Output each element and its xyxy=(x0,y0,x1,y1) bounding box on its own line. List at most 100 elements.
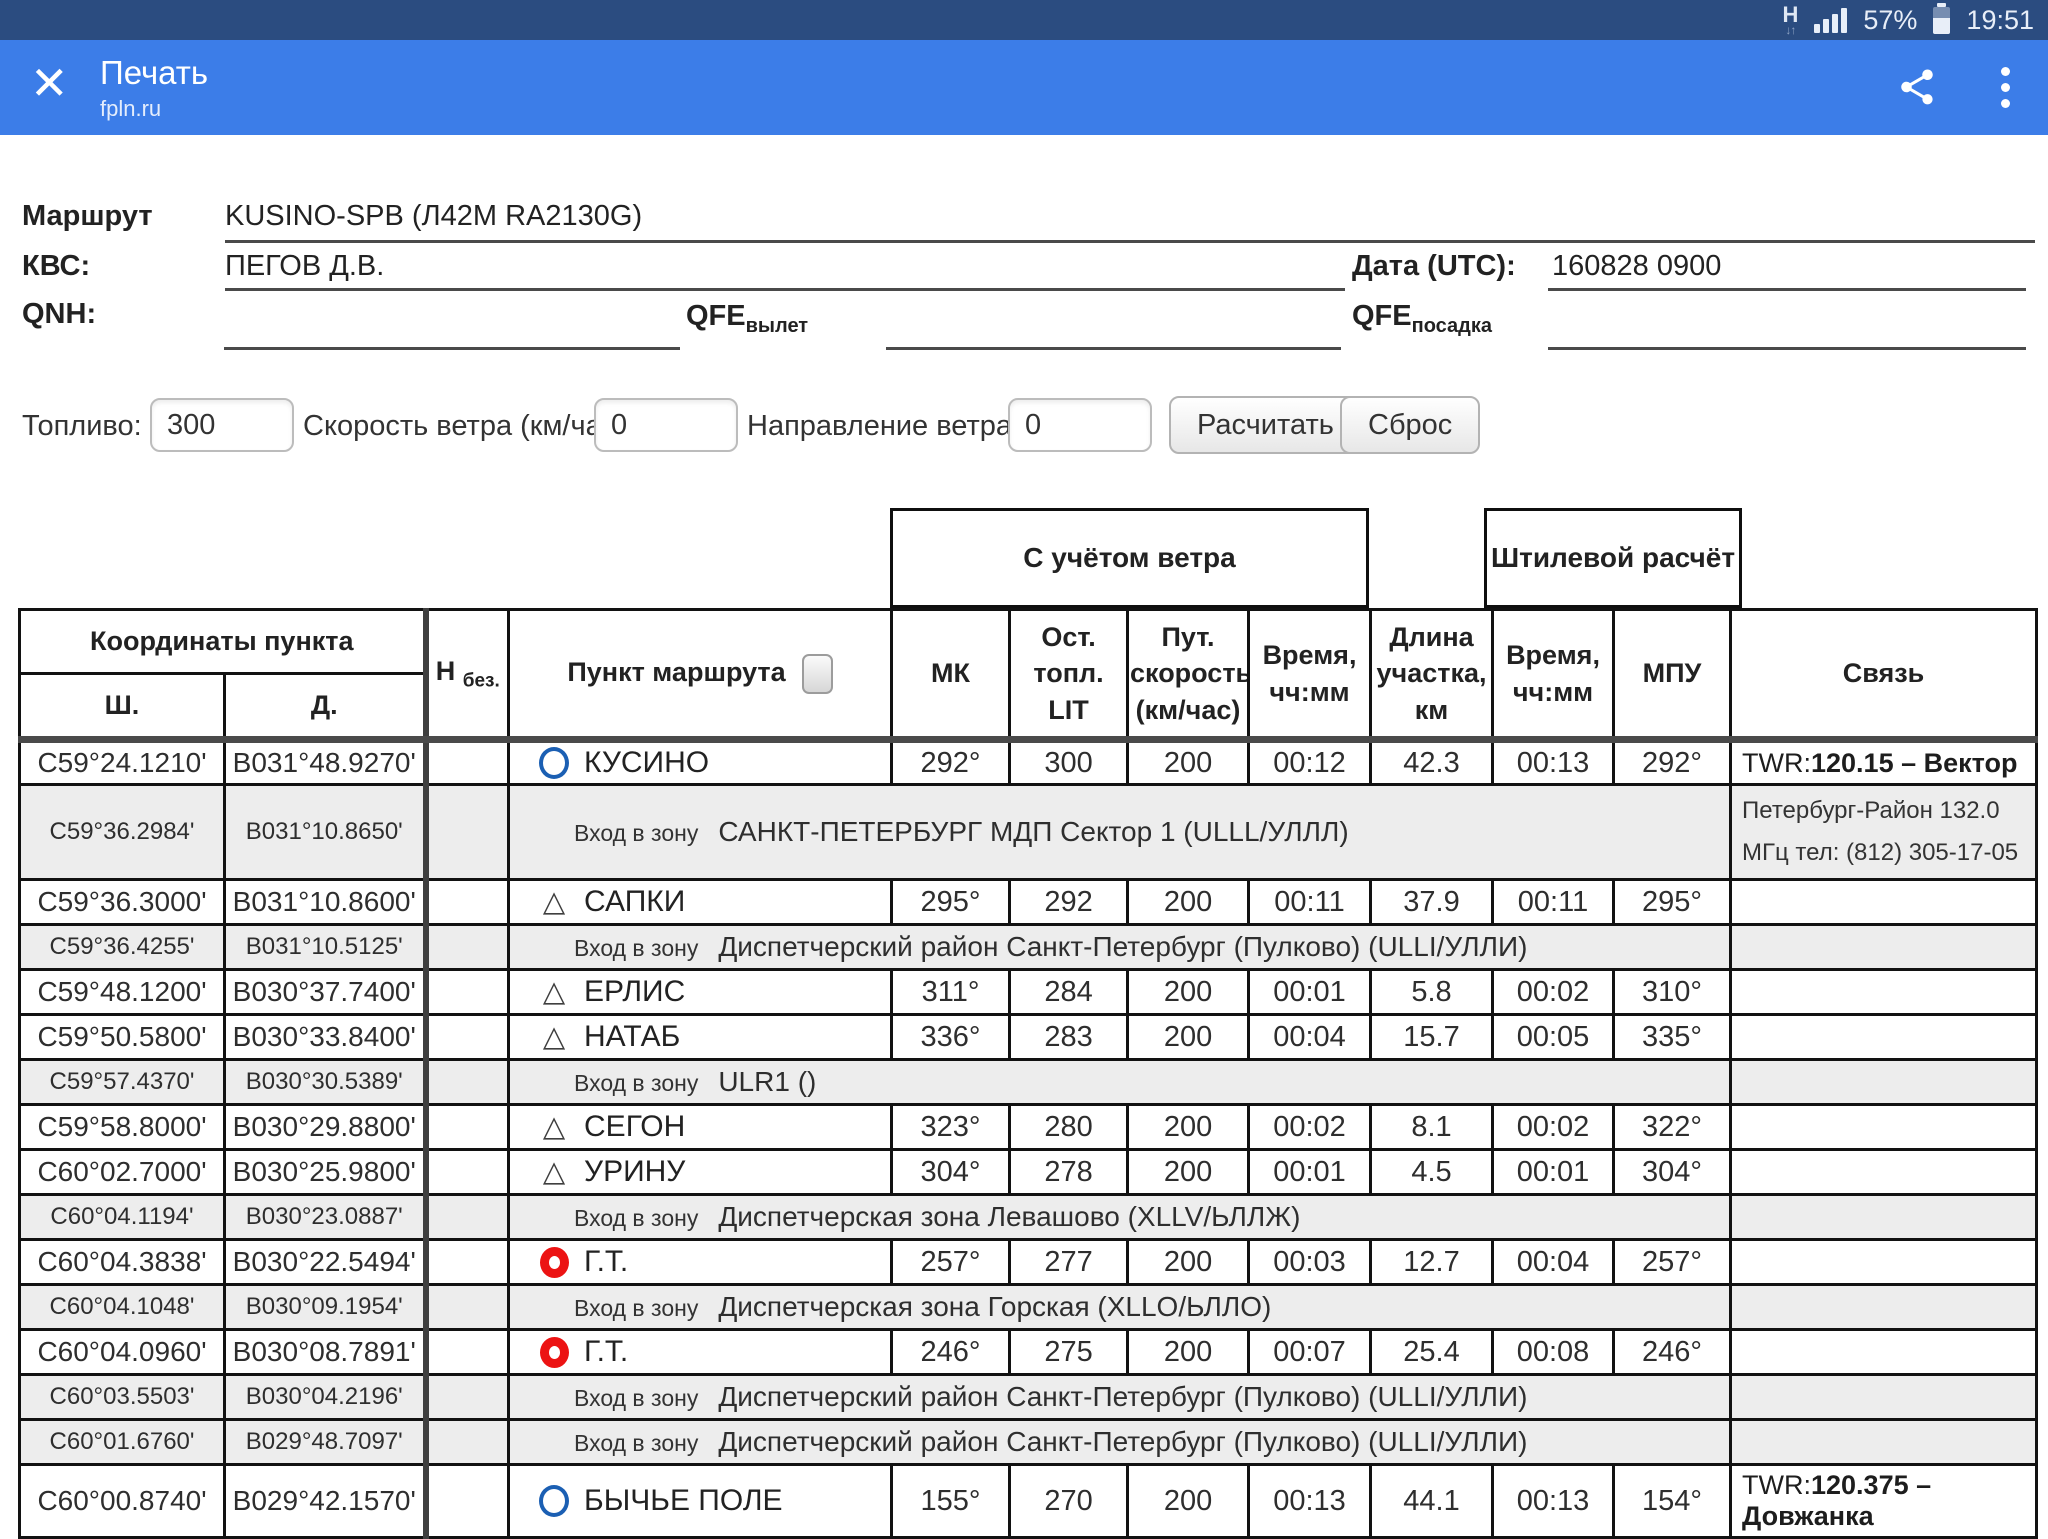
wind-speed-label: Скорость ветра (км/час): xyxy=(303,410,634,443)
waypoint-row: С59°48.1200'В030°37.7400'△ЕРЛИС311°28420… xyxy=(20,970,2037,1015)
header-fuel-remaining: Ост. топл. LIT xyxy=(1010,610,1128,740)
longitude-cell: В030°33.8400' xyxy=(225,1015,426,1060)
network-activity-arrows-icon: ↓↑ xyxy=(1785,24,1795,36)
route-value: KUSINO-SPB (Л42М RA2130G) xyxy=(225,200,642,233)
latitude-cell: С59°36.2984' xyxy=(20,785,225,880)
time-wind-cell: 00:07 xyxy=(1249,1330,1371,1375)
comm-cell xyxy=(1731,1060,2037,1105)
mk-cell: 246° xyxy=(892,1330,1010,1375)
battery-percent: 57% xyxy=(1863,5,1917,36)
qnh-label: QNH: xyxy=(22,298,96,331)
waypoint-name: УРИНУ xyxy=(584,1155,685,1189)
ground-speed-cell: 200 xyxy=(1128,1015,1249,1060)
header-h-bez: Н без. xyxy=(426,610,509,740)
mpu-cell: 257° xyxy=(1614,1240,1731,1285)
kvs-label: КВС: xyxy=(22,250,90,283)
latitude-cell: С59°48.1200' xyxy=(20,970,225,1015)
zone-entry-cell: Вход в зонуСАНКТ-ПЕТЕРБУРГ МДП Сектор 1 … xyxy=(509,785,1731,880)
mpu-cell: 292° xyxy=(1614,740,1731,785)
kvs-underline xyxy=(225,288,1345,291)
ground-speed-cell: 200 xyxy=(1128,1105,1249,1150)
latitude-cell: С60°00.8740' xyxy=(20,1465,225,1538)
overflow-menu-icon[interactable] xyxy=(1993,62,2017,112)
triangle-icon: △ xyxy=(530,978,578,1007)
waypoint-cell: △НАТАБ xyxy=(509,1015,892,1060)
mk-cell: 311° xyxy=(892,970,1010,1015)
reset-button[interactable]: Сброс xyxy=(1340,396,1480,454)
zone-name: Диспетчерский район Санкт-Петербург (Пул… xyxy=(718,1381,1527,1412)
zone-entry-label: Вход в зону xyxy=(574,1295,698,1321)
waypoint-row: С59°24.1210'В031°48.9270'КУСИНО292°30020… xyxy=(20,740,2037,785)
longitude-cell: В030°25.9800' xyxy=(225,1150,426,1195)
close-icon[interactable]: ✕ xyxy=(30,60,69,106)
waypoint-name: Г.Т. xyxy=(584,1245,628,1279)
longitude-cell: В030°30.5389' xyxy=(225,1060,426,1105)
battery-fill xyxy=(1933,18,1950,33)
page-title: Печать xyxy=(100,54,208,92)
comm-cell xyxy=(1731,1150,2037,1195)
waypoint-row: С59°58.8000'В030°29.8800'△СЕГОН323°28020… xyxy=(20,1105,2037,1150)
waypoint-row: С60°04.3838'В030°22.5494'Г.Т.257°2772000… xyxy=(20,1240,2037,1285)
mk-cell: 304° xyxy=(892,1150,1010,1195)
longitude-cell: В030°04.2196' xyxy=(225,1375,426,1420)
h-bez-cell xyxy=(426,1465,509,1538)
header-latitude: Ш. xyxy=(20,674,225,740)
leg-distance-cell: 25.4 xyxy=(1371,1330,1493,1375)
waypoint-name: САПКИ xyxy=(584,885,685,919)
ground-speed-cell: 200 xyxy=(1128,880,1249,925)
waypoint-name: КУСИНО xyxy=(584,746,709,780)
zone-entry-label: Вход в зону xyxy=(574,1430,698,1456)
zone-entry-label: Вход в зону xyxy=(574,935,698,961)
longitude-cell: В030°09.1954' xyxy=(225,1285,426,1330)
zone-entry-label: Вход в зону xyxy=(574,1385,698,1411)
zone-name: Диспетчерский район Санкт-Петербург (Пул… xyxy=(718,931,1527,962)
fuel-remaining-cell: 284 xyxy=(1010,970,1128,1015)
fuel-input[interactable] xyxy=(150,398,294,452)
zone-entry-cell: Вход в зону Диспетчерский район Санкт-Пет… xyxy=(509,1420,1731,1465)
latitude-cell: С60°04.0960' xyxy=(20,1330,225,1375)
waypoint-filter-checkbox[interactable] xyxy=(802,654,833,694)
share-icon[interactable] xyxy=(1896,66,1938,108)
ground-speed-cell: 200 xyxy=(1128,1150,1249,1195)
comm-frequency: 120.15 – Вектор xyxy=(1811,748,2017,778)
wind-speed-input[interactable] xyxy=(594,398,738,452)
fuel-remaining-cell: 280 xyxy=(1010,1105,1128,1150)
comm-cell xyxy=(1731,1015,2037,1060)
h-bez-cell xyxy=(426,785,509,880)
leg-distance-cell: 37.9 xyxy=(1371,880,1493,925)
latitude-cell: С59°50.5800' xyxy=(20,1015,225,1060)
kvs-value: ПЕГОВ Д.В. xyxy=(225,250,384,283)
fuel-remaining-cell: 300 xyxy=(1010,740,1128,785)
app-bar: ✕ Печать fpln.ru xyxy=(0,40,2048,135)
zone-name: Диспетчерский район Санкт-Петербург (Пул… xyxy=(718,1426,1527,1457)
triangle-icon: △ xyxy=(530,1113,578,1142)
leg-distance-cell: 15.7 xyxy=(1371,1015,1493,1060)
date-utc-value: 160828 0900 xyxy=(1552,250,1721,283)
leg-distance-cell: 5.8 xyxy=(1371,970,1493,1015)
route-table: Координаты пункта Н без. Пункт маршрута … xyxy=(18,608,2038,1539)
h-bez-cell xyxy=(426,1150,509,1195)
leg-distance-cell: 12.7 xyxy=(1371,1240,1493,1285)
mpu-cell: 295° xyxy=(1614,880,1731,925)
fuel-remaining-cell: 277 xyxy=(1010,1240,1128,1285)
waypoint-name: ЕРЛИС xyxy=(584,975,685,1009)
mk-cell: 155° xyxy=(892,1465,1010,1538)
mpu-cell: 335° xyxy=(1614,1015,1731,1060)
comm-cell xyxy=(1731,1240,2037,1285)
mpu-cell: 304° xyxy=(1614,1150,1731,1195)
comm-line: Петербург-Район 132.0 xyxy=(1742,790,2029,832)
time-wind-cell: 00:01 xyxy=(1249,970,1371,1015)
waypoint-name: БЫЧЬЕ ПОЛЕ xyxy=(584,1484,783,1518)
header-ground-speed: Пут. скорость (км/час) xyxy=(1128,610,1249,740)
date-underline xyxy=(1548,288,2026,291)
mpu-cell: 154° xyxy=(1614,1465,1731,1538)
circle-icon xyxy=(530,747,578,779)
comm-prefix: TWR: xyxy=(1742,748,1811,778)
network-type-icon: H ↓↑ xyxy=(1782,4,1798,36)
zone-row: С60°04.1048'В030°09.1954'Вход в зонуДисп… xyxy=(20,1285,2037,1330)
calculate-button[interactable]: Расчитать xyxy=(1169,396,1362,454)
fuel-label: Топливо: xyxy=(22,410,142,443)
wind-direction-input[interactable] xyxy=(1008,398,1152,452)
zone-row: С60°01.6760'В029°48.7097'Вход в зонуДисп… xyxy=(20,1420,2037,1465)
longitude-cell: В031°10.8650' xyxy=(225,785,426,880)
